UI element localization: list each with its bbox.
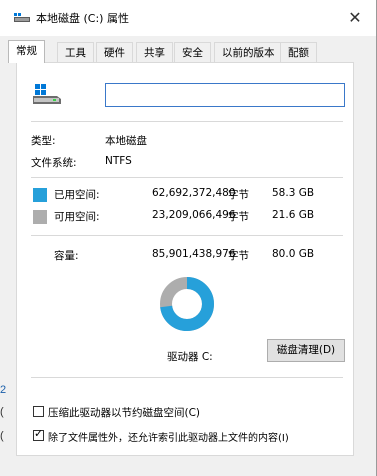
tab-quota[interactable]: 配额 xyxy=(280,42,317,62)
compress-drive-label: 压缩此驱动器以节约磁盘空间(C) xyxy=(48,407,201,419)
drive-icon xyxy=(33,84,61,104)
tab-hardware[interactable]: 硬件 xyxy=(96,42,133,62)
index-content-label: 除了文件属性外，还允许索引此驱动器上文件的内容(I) xyxy=(48,433,289,444)
index-content-checkbox[interactable]: ✓ xyxy=(33,427,44,441)
free-space-label: 可用空间: xyxy=(54,211,100,223)
check-mark-icon: ✓ xyxy=(34,427,44,440)
used-space-label: 已用空间: xyxy=(54,189,100,201)
tab-tools[interactable]: 工具 xyxy=(57,42,94,62)
divider xyxy=(31,377,343,378)
general-panel: 类型: 本地磁盘 文件系统: NTFS 已用空间: 62,692,372,480… xyxy=(16,62,354,456)
drive-icon xyxy=(14,13,30,22)
filesystem-value: NTFS xyxy=(105,155,132,167)
close-icon: ✕ xyxy=(348,8,362,27)
tab-previous-versions[interactable]: 以前的版本 xyxy=(214,42,283,62)
drive-name-input[interactable] xyxy=(105,83,345,107)
background-window-text: ( xyxy=(0,406,4,418)
background-window-text: ( xyxy=(0,430,4,442)
drive-letter-label: 驱动器 C: xyxy=(167,351,213,363)
tab-sharing[interactable]: 共享 xyxy=(136,42,173,62)
type-value: 本地磁盘 xyxy=(105,135,147,147)
capacity-bytes: 85,901,438,976 xyxy=(152,248,236,260)
free-space-swatch xyxy=(33,210,47,224)
free-space-gb: 21.6 GB xyxy=(272,209,315,221)
filesystem-label: 文件系统: xyxy=(31,157,77,169)
divider xyxy=(31,235,343,236)
type-label: 类型: xyxy=(31,135,56,147)
used-space-gb: 58.3 GB xyxy=(272,187,315,199)
disk-cleanup-button[interactable]: 磁盘清理(D) xyxy=(267,339,345,362)
tab-strip: 常规 工具 硬件 共享 安全 以前的版本 配额 xyxy=(8,40,368,63)
disk-usage-donut-chart xyxy=(160,277,214,331)
free-space-bytes: 23,209,066,496 xyxy=(152,209,236,221)
background-window-text: 2 xyxy=(0,384,7,396)
tab-general[interactable]: 常规 xyxy=(8,40,45,63)
capacity-label: 容量: xyxy=(54,250,79,262)
compress-drive-checkbox[interactable] xyxy=(33,406,44,417)
used-space-unit: 字节 xyxy=(228,189,249,201)
properties-window: 本地磁盘 (C:) 属性 ✕ 常规 工具 硬件 共享 安全 以前的版本 配额 类… xyxy=(0,0,377,476)
used-space-swatch xyxy=(33,188,47,202)
capacity-unit: 字节 xyxy=(228,250,249,262)
close-button[interactable]: ✕ xyxy=(342,6,368,30)
divider xyxy=(31,121,343,122)
divider xyxy=(31,177,343,178)
title-bar[interactable]: 本地磁盘 (C:) 属性 ✕ xyxy=(0,0,376,36)
free-space-unit: 字节 xyxy=(228,211,249,223)
tab-security[interactable]: 安全 xyxy=(174,42,211,62)
capacity-gb: 80.0 GB xyxy=(272,248,315,260)
used-space-bytes: 62,692,372,480 xyxy=(152,187,236,199)
window-title: 本地磁盘 (C:) 属性 xyxy=(36,12,129,25)
